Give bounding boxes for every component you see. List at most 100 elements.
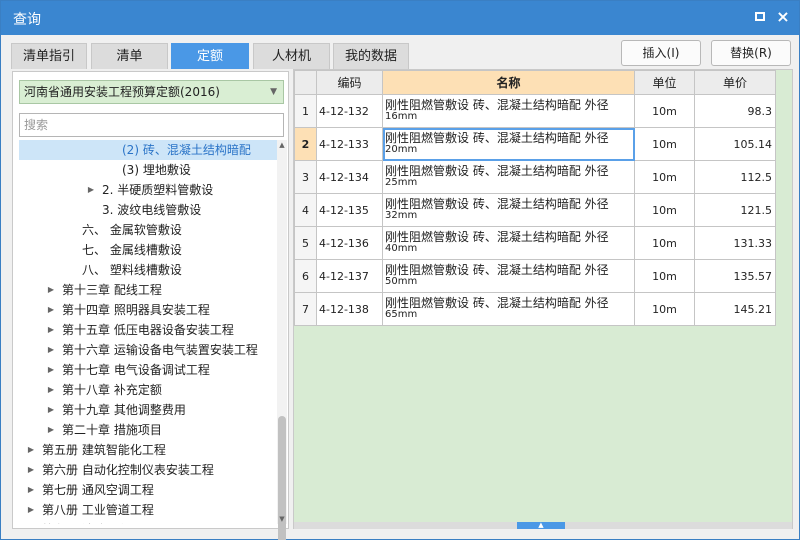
insert-button[interactable]: 插入(I) [621,40,701,66]
collapse-toggle-icon[interactable]: ▲ [517,522,565,529]
code-cell[interactable]: 4-12-133 [316,127,383,161]
expand-arrow-icon[interactable]: ▶ [46,360,56,380]
tree-item[interactable]: ▶ 第十五章 低压电器设备安装工程 [19,320,277,340]
code-header[interactable]: 编码 [316,70,383,95]
unit-cell[interactable]: 10m [634,94,695,128]
price-header[interactable]: 单价 [694,70,776,95]
expand-arrow-icon[interactable]: ▶ [26,480,36,500]
title-bar[interactable]: 查询 × [1,1,799,35]
tree-item[interactable]: ▶ 第十六章 运输设备电气装置安装工程 [19,340,277,360]
tab-bill[interactable]: 清单 [91,43,168,69]
tree-item[interactable]: ▶ 第十七章 电气设备调试工程 [19,360,277,380]
chevron-down-icon[interactable]: ▼ [270,81,277,103]
code-cell[interactable]: 4-12-138 [316,292,383,326]
price-cell[interactable]: 145.21 [694,292,776,326]
tab-quota[interactable]: 定额 [171,43,249,69]
unit-cell[interactable]: 10m [634,259,695,293]
tree-item[interactable]: ▶ 第七册 通风空调工程 [19,480,277,500]
name-cell[interactable]: 刚性阻燃管敷设 砖、混凝土结构暗配 外径 32mm [382,193,635,227]
tree-item[interactable]: ▶ 第十三章 配线工程 [19,280,277,300]
row-index: 6 [294,259,317,293]
expand-arrow-icon[interactable]: ▶ [26,440,36,460]
replace-button[interactable]: 替换(R) [711,40,791,66]
name-text: 刚性阻燃管敷设 砖、混凝土结构暗配 外径 [385,263,609,277]
price-cell[interactable]: 131.33 [694,226,776,260]
tree-item[interactable]: ▶ 第十四章 照明器具安装工程 [19,300,277,320]
name-cell[interactable]: 刚性阻燃管敷设 砖、混凝土结构暗配 外径 40mm [382,226,635,260]
name-cell[interactable]: 刚性阻燃管敷设 砖、混凝土结构暗配 外径 16mm [382,94,635,128]
scroll-down-icon[interactable]: ▼ [277,515,287,523]
unit-cell[interactable]: 10m [634,226,695,260]
name-cell[interactable]: 刚性阻燃管敷设 砖、混凝土结构暗配 外径 50mm [382,259,635,293]
price-cell[interactable]: 98.3 [694,94,776,128]
tree-item[interactable]: (2) 砖、混凝土结构暗配 [19,140,277,160]
table-row[interactable]: 6 4-12-137 刚性阻燃管敷设 砖、混凝土结构暗配 外径 50mm 10m 135.… [294,259,776,293]
name-cell[interactable]: 刚性阻燃管敷设 砖、混凝土结构暗配 外径 25mm [382,160,635,194]
name-spec: 32mm [385,210,418,221]
tree-item[interactable]: (3) 埋地敷设 [19,160,277,180]
maximize-icon[interactable] [753,10,767,24]
unit-header[interactable]: 单位 [634,70,695,95]
expand-arrow-icon[interactable]: ▶ [46,320,56,340]
tree-scrollbar[interactable]: ▲ ▼ [277,140,287,540]
unit-cell[interactable]: 10m [634,292,695,326]
tree-item[interactable]: ▶ 第五册 建筑智能化工程 [19,440,277,460]
expand-arrow-icon[interactable]: ▶ [46,420,56,440]
code-cell[interactable]: 4-12-136 [316,226,383,260]
expand-arrow-icon[interactable]: ▶ [26,500,36,520]
close-icon[interactable]: × [776,9,790,25]
tab-bill-guide[interactable]: 清单指引 [11,43,87,69]
name-spec: 65mm [385,309,418,320]
grid-horizontal-scrollbar[interactable]: ▲ [294,522,792,529]
expand-arrow-icon[interactable]: ▶ [46,380,56,400]
name-cell[interactable]: 刚性阻燃管敷设 砖、混凝土结构暗配 外径 20mm [382,127,635,161]
tab-labor-material-machine[interactable]: 人材机 [253,43,330,69]
expand-arrow-icon[interactable]: ▶ [46,340,56,360]
tab-my-data[interactable]: 我的数据 [333,43,409,69]
table-row[interactable]: 3 4-12-134 刚性阻燃管敷设 砖、混凝土结构暗配 外径 25mm 10m 112.… [294,160,776,194]
quota-grid-panel: 编码 名称 单位 单价 1 4-12-132 刚性阻燃管敷设 砖、混凝土结构暗配 外… [293,69,793,529]
expand-arrow-icon[interactable]: ▶ [46,400,56,420]
price-cell[interactable]: 112.5 [694,160,776,194]
expand-arrow-icon[interactable]: ▶ [46,300,56,320]
expand-arrow-icon[interactable]: ▶ [86,180,96,200]
unit-cell[interactable]: 10m [634,193,695,227]
tree-item[interactable]: ▶ 第八册 工业管道工程 [19,500,277,520]
table-row[interactable]: 2 4-12-133 刚性阻燃管敷设 砖、混凝土结构暗配 外径 20mm 10m 105.… [294,127,776,161]
table-row[interactable]: 1 4-12-132 刚性阻燃管敷设 砖、混凝土结构暗配 外径 16mm 10m 98.3 [294,94,776,128]
expand-arrow-icon[interactable]: ▶ [26,460,36,480]
search-input[interactable] [20,114,283,136]
search-field[interactable] [19,113,284,137]
expand-arrow-icon[interactable]: ▶ [26,520,36,524]
table-row[interactable]: 5 4-12-136 刚性阻燃管敷设 砖、混凝土结构暗配 外径 40mm 10m 131.… [294,226,776,260]
code-cell[interactable]: 4-12-135 [316,193,383,227]
tree-item[interactable]: ▶ 第十九章 其他调整费用 [19,400,277,420]
price-cell[interactable]: 121.5 [694,193,776,227]
table-row[interactable]: 7 4-12-138 刚性阻燃管敷设 砖、混凝土结构暗配 外径 65mm 10m 145.… [294,292,776,326]
unit-cell[interactable]: 10m [634,160,695,194]
tree-item-label: 八、 塑料线槽敷设 [82,263,182,277]
tree-item[interactable]: ▶ 第九册 消防工程 [19,520,277,524]
table-row[interactable]: 4 4-12-135 刚性阻燃管敷设 砖、混凝土结构暗配 外径 32mm 10m 121.… [294,193,776,227]
tree-item-label: 第十八章 补充定额 [62,383,162,397]
unit-cell[interactable]: 10m [634,127,695,161]
code-cell[interactable]: 4-12-137 [316,259,383,293]
quota-library-select[interactable]: 河南省通用安装工程预算定额(2016) ▼ [19,80,284,104]
tree-item-label: 第十七章 电气设备调试工程 [62,363,210,377]
price-cell[interactable]: 135.57 [694,259,776,293]
tree-item[interactable]: 八、 塑料线槽敷设 [19,260,277,280]
tree-item[interactable]: 六、 金属软管敷设 [19,220,277,240]
scroll-up-icon[interactable]: ▲ [277,141,287,149]
name-cell[interactable]: 刚性阻燃管敷设 砖、混凝土结构暗配 外径 65mm [382,292,635,326]
code-cell[interactable]: 4-12-134 [316,160,383,194]
tree-item[interactable]: 3. 波纹电线管敷设 [19,200,277,220]
tree-item[interactable]: ▶ 2. 半硬质塑料管敷设 [19,180,277,200]
tree-item[interactable]: ▶ 第六册 自动化控制仪表安装工程 [19,460,277,480]
expand-arrow-icon[interactable]: ▶ [46,280,56,300]
tree-item[interactable]: ▶ 第十八章 补充定额 [19,380,277,400]
name-header[interactable]: 名称 [382,70,635,95]
price-cell[interactable]: 105.14 [694,127,776,161]
tree-item[interactable]: 七、 金属线槽敷设 [19,240,277,260]
code-cell[interactable]: 4-12-132 [316,94,383,128]
tree-item[interactable]: ▶ 第二十章 措施项目 [19,420,277,440]
